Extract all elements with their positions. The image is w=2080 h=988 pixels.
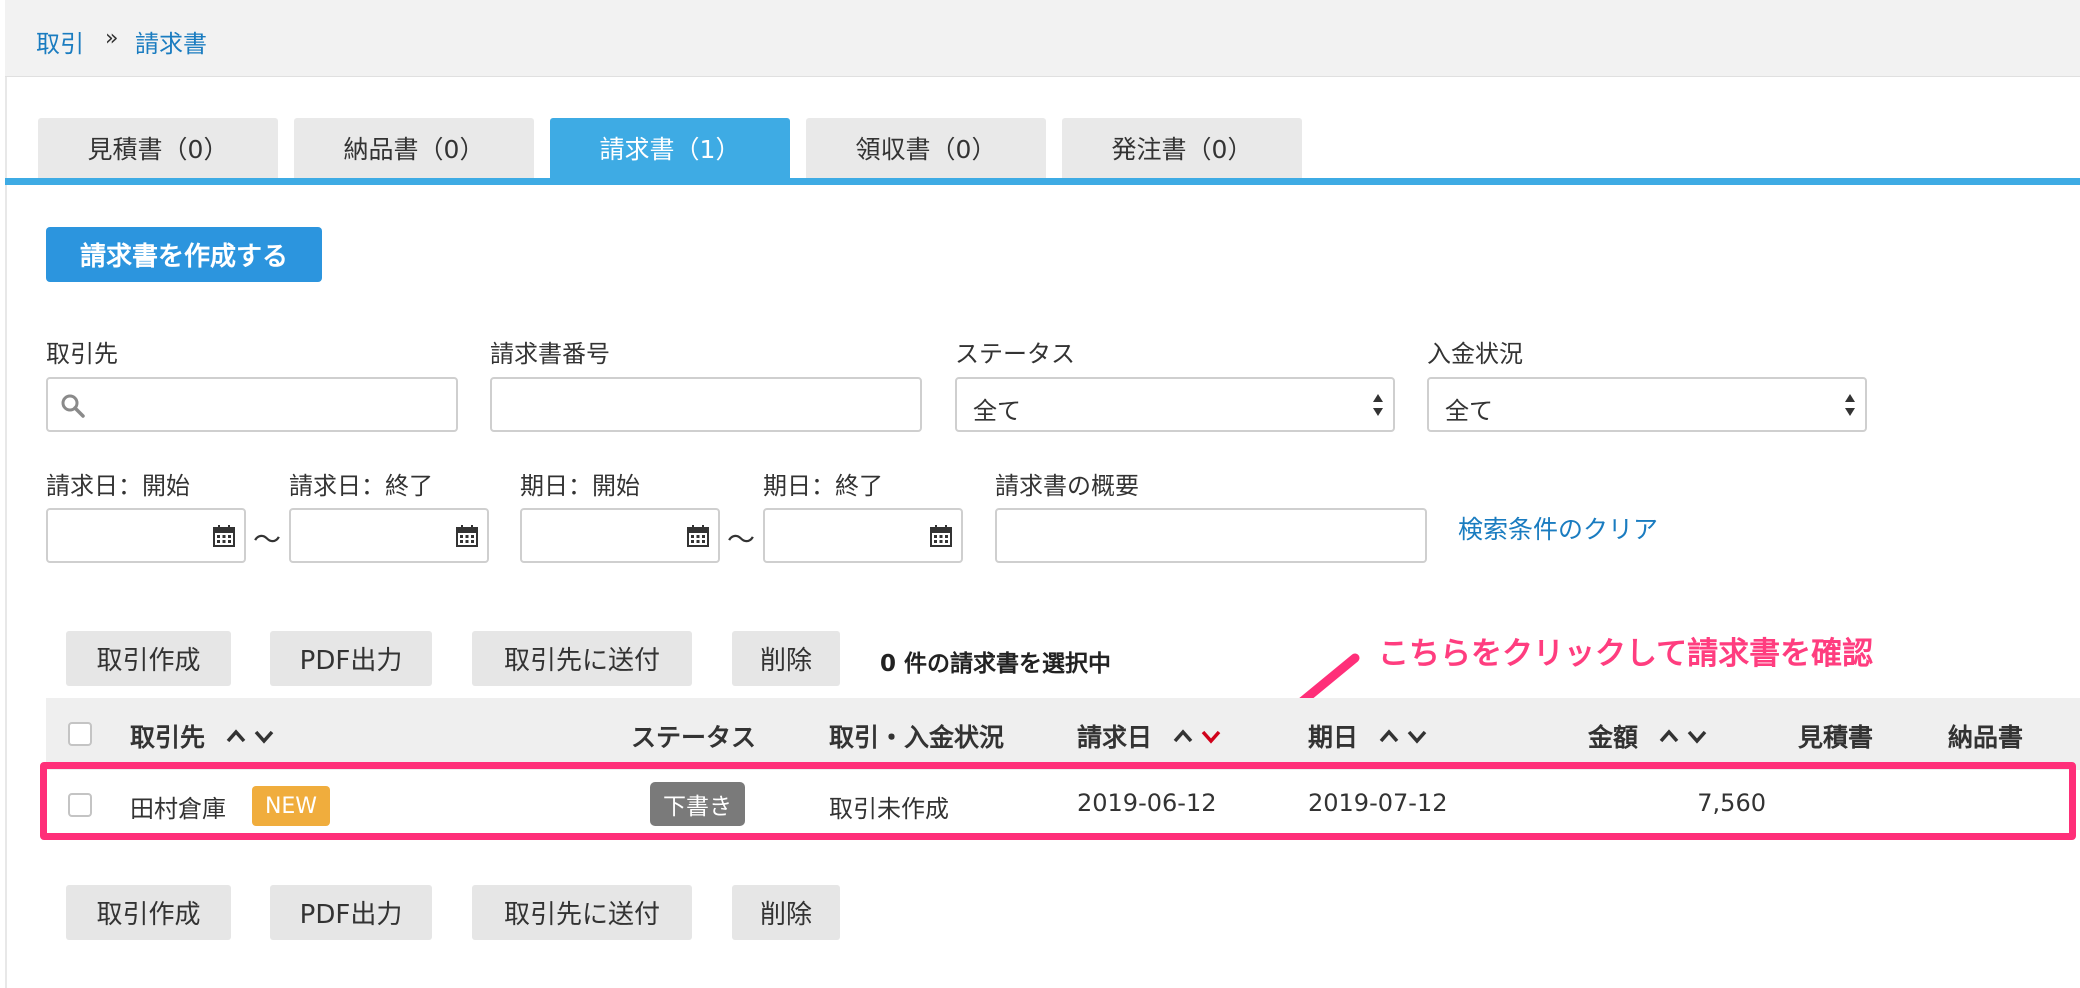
select-all-checkbox[interactable]	[68, 722, 92, 746]
sort-toggle-icon[interactable]	[224, 726, 278, 746]
calendar-icon[interactable]	[929, 524, 953, 548]
select-arrows-icon	[1845, 394, 1855, 416]
pdf-export-button-bottom[interactable]: PDF出力	[270, 885, 432, 940]
row-checkbox[interactable]	[68, 793, 92, 817]
delete-button-bottom[interactable]: 削除	[732, 885, 840, 940]
create-deal-button[interactable]: 取引作成	[66, 631, 231, 686]
status-badge: 下書き	[650, 782, 745, 826]
tab-receipts[interactable]: 領収書（0）	[806, 118, 1046, 178]
pdf-export-button[interactable]: PDF出力	[270, 631, 432, 686]
date-range-separator: 〜	[253, 523, 282, 556]
status-filter-label: ステータス	[955, 340, 1075, 368]
summary-input[interactable]	[995, 508, 1427, 563]
header-partner[interactable]: 取引先	[130, 718, 278, 754]
partner-filter-label: 取引先	[46, 340, 118, 368]
selection-count: 0 件の請求書を選択中	[880, 651, 1112, 677]
due-date-end-input[interactable]	[763, 508, 963, 563]
row-deal-payment: 取引未作成	[829, 795, 949, 823]
table-header	[46, 698, 2080, 770]
header-delivery: 納品書	[1948, 723, 2024, 752]
row-partner-name[interactable]: 田村倉庫	[130, 789, 226, 824]
create-invoice-button[interactable]: 請求書を作成する	[46, 227, 322, 282]
send-to-partner-button[interactable]: 取引先に送付	[472, 631, 692, 686]
calendar-icon[interactable]	[455, 524, 479, 548]
due-date-start-input[interactable]	[520, 508, 720, 563]
clear-filters-link[interactable]: 検索条件のクリア	[1458, 510, 1658, 546]
header-amount[interactable]: 金額	[1588, 718, 1711, 754]
tab-estimates[interactable]: 見積書（0）	[38, 118, 278, 178]
search-icon	[61, 394, 85, 418]
breadcrumb-deals-link[interactable]: 取引	[36, 24, 84, 59]
row-due-date: 2019-07-12	[1308, 789, 1448, 817]
status-select[interactable]: 全て	[955, 377, 1395, 432]
highlighted-table-row[interactable]	[40, 762, 2076, 840]
sort-desc-active-icon[interactable]	[1171, 726, 1225, 746]
invoice-date-end-input[interactable]	[289, 508, 489, 563]
payment-select-value: 全て	[1445, 397, 1493, 425]
breadcrumb-separator: »	[105, 26, 119, 51]
invoice-date-start-label: 請求日：開始	[46, 472, 190, 500]
new-badge: NEW	[252, 786, 330, 826]
tab-delivery-notes[interactable]: 納品書（0）	[294, 118, 534, 178]
invoice-number-input[interactable]	[490, 377, 922, 432]
tab-invoices[interactable]: 請求書（1）	[550, 118, 790, 178]
breadcrumb-invoices-link[interactable]: 請求書	[135, 24, 207, 59]
summary-filter-label: 請求書の概要	[995, 472, 1139, 500]
due-date-start-label: 期日：開始	[520, 472, 640, 500]
partner-search-field[interactable]	[46, 377, 458, 432]
tab-underline	[5, 178, 2080, 185]
header-due-date[interactable]: 期日	[1308, 718, 1431, 754]
select-arrows-icon	[1373, 394, 1383, 416]
payment-status-select[interactable]: 全て	[1427, 377, 1867, 432]
invoice-date-end-label: 請求日：終了	[289, 472, 433, 500]
header-status: ステータス	[631, 723, 757, 752]
send-to-partner-button-bottom[interactable]: 取引先に送付	[472, 885, 692, 940]
row-invoice-date: 2019-06-12	[1077, 789, 1217, 817]
breadcrumb	[5, 0, 2080, 77]
invoice-date-start-input[interactable]	[46, 508, 246, 563]
delete-button[interactable]: 削除	[732, 631, 840, 686]
header-invoice-date[interactable]: 請求日	[1077, 718, 1225, 754]
calendar-icon[interactable]	[686, 524, 710, 548]
sort-toggle-icon[interactable]	[1377, 726, 1431, 746]
sort-toggle-icon[interactable]	[1657, 726, 1711, 746]
due-date-end-label: 期日：終了	[763, 472, 883, 500]
annotation-callout: こちらをクリックして請求書を確認	[1378, 636, 1874, 672]
calendar-icon[interactable]	[212, 524, 236, 548]
date-range-separator: 〜	[727, 523, 756, 556]
create-deal-button-bottom[interactable]: 取引作成	[66, 885, 231, 940]
payment-filter-label: 入金状況	[1427, 340, 1523, 368]
header-deal-payment: 取引・入金状況	[829, 723, 1005, 752]
row-amount: 7,560	[1697, 789, 1766, 817]
number-filter-label: 請求書番号	[490, 340, 610, 368]
status-select-value: 全て	[973, 397, 1021, 425]
header-estimate: 見積書	[1798, 723, 1874, 752]
tab-purchase-orders[interactable]: 発注書（0）	[1062, 118, 1302, 178]
